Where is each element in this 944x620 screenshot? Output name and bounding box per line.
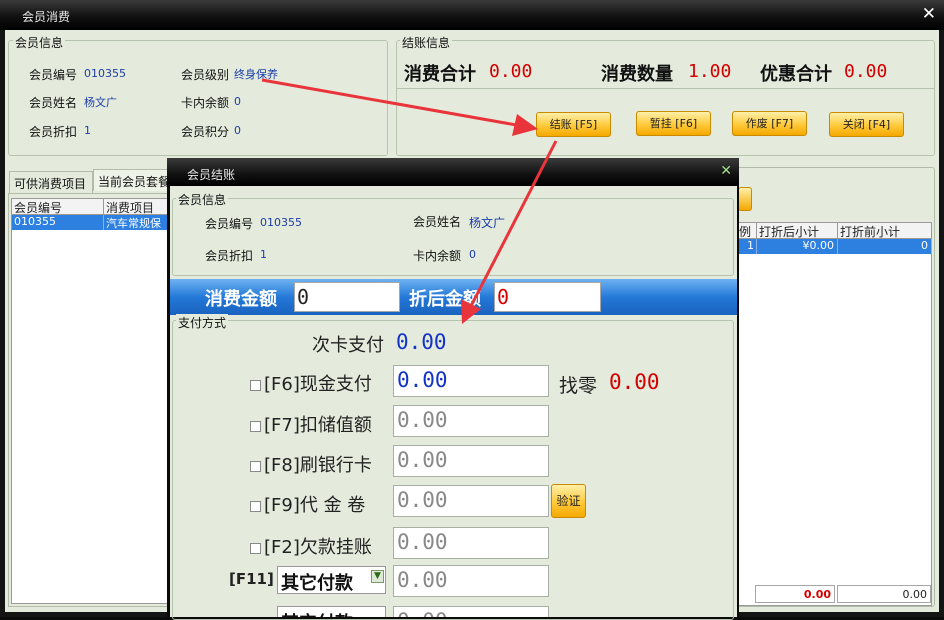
member-consumption-window: 会员消费 ✕ 会员信息 会员编号 010355 会员级别 终身保养 会员姓名 杨…: [0, 0, 944, 620]
arrowhead-payment: [461, 299, 481, 324]
arrow-to-payment: [468, 140, 558, 309]
arrowhead-checkout: [512, 114, 538, 136]
annotation-arrows: [261, 78, 558, 324]
arrow-to-checkout: [261, 78, 523, 128]
